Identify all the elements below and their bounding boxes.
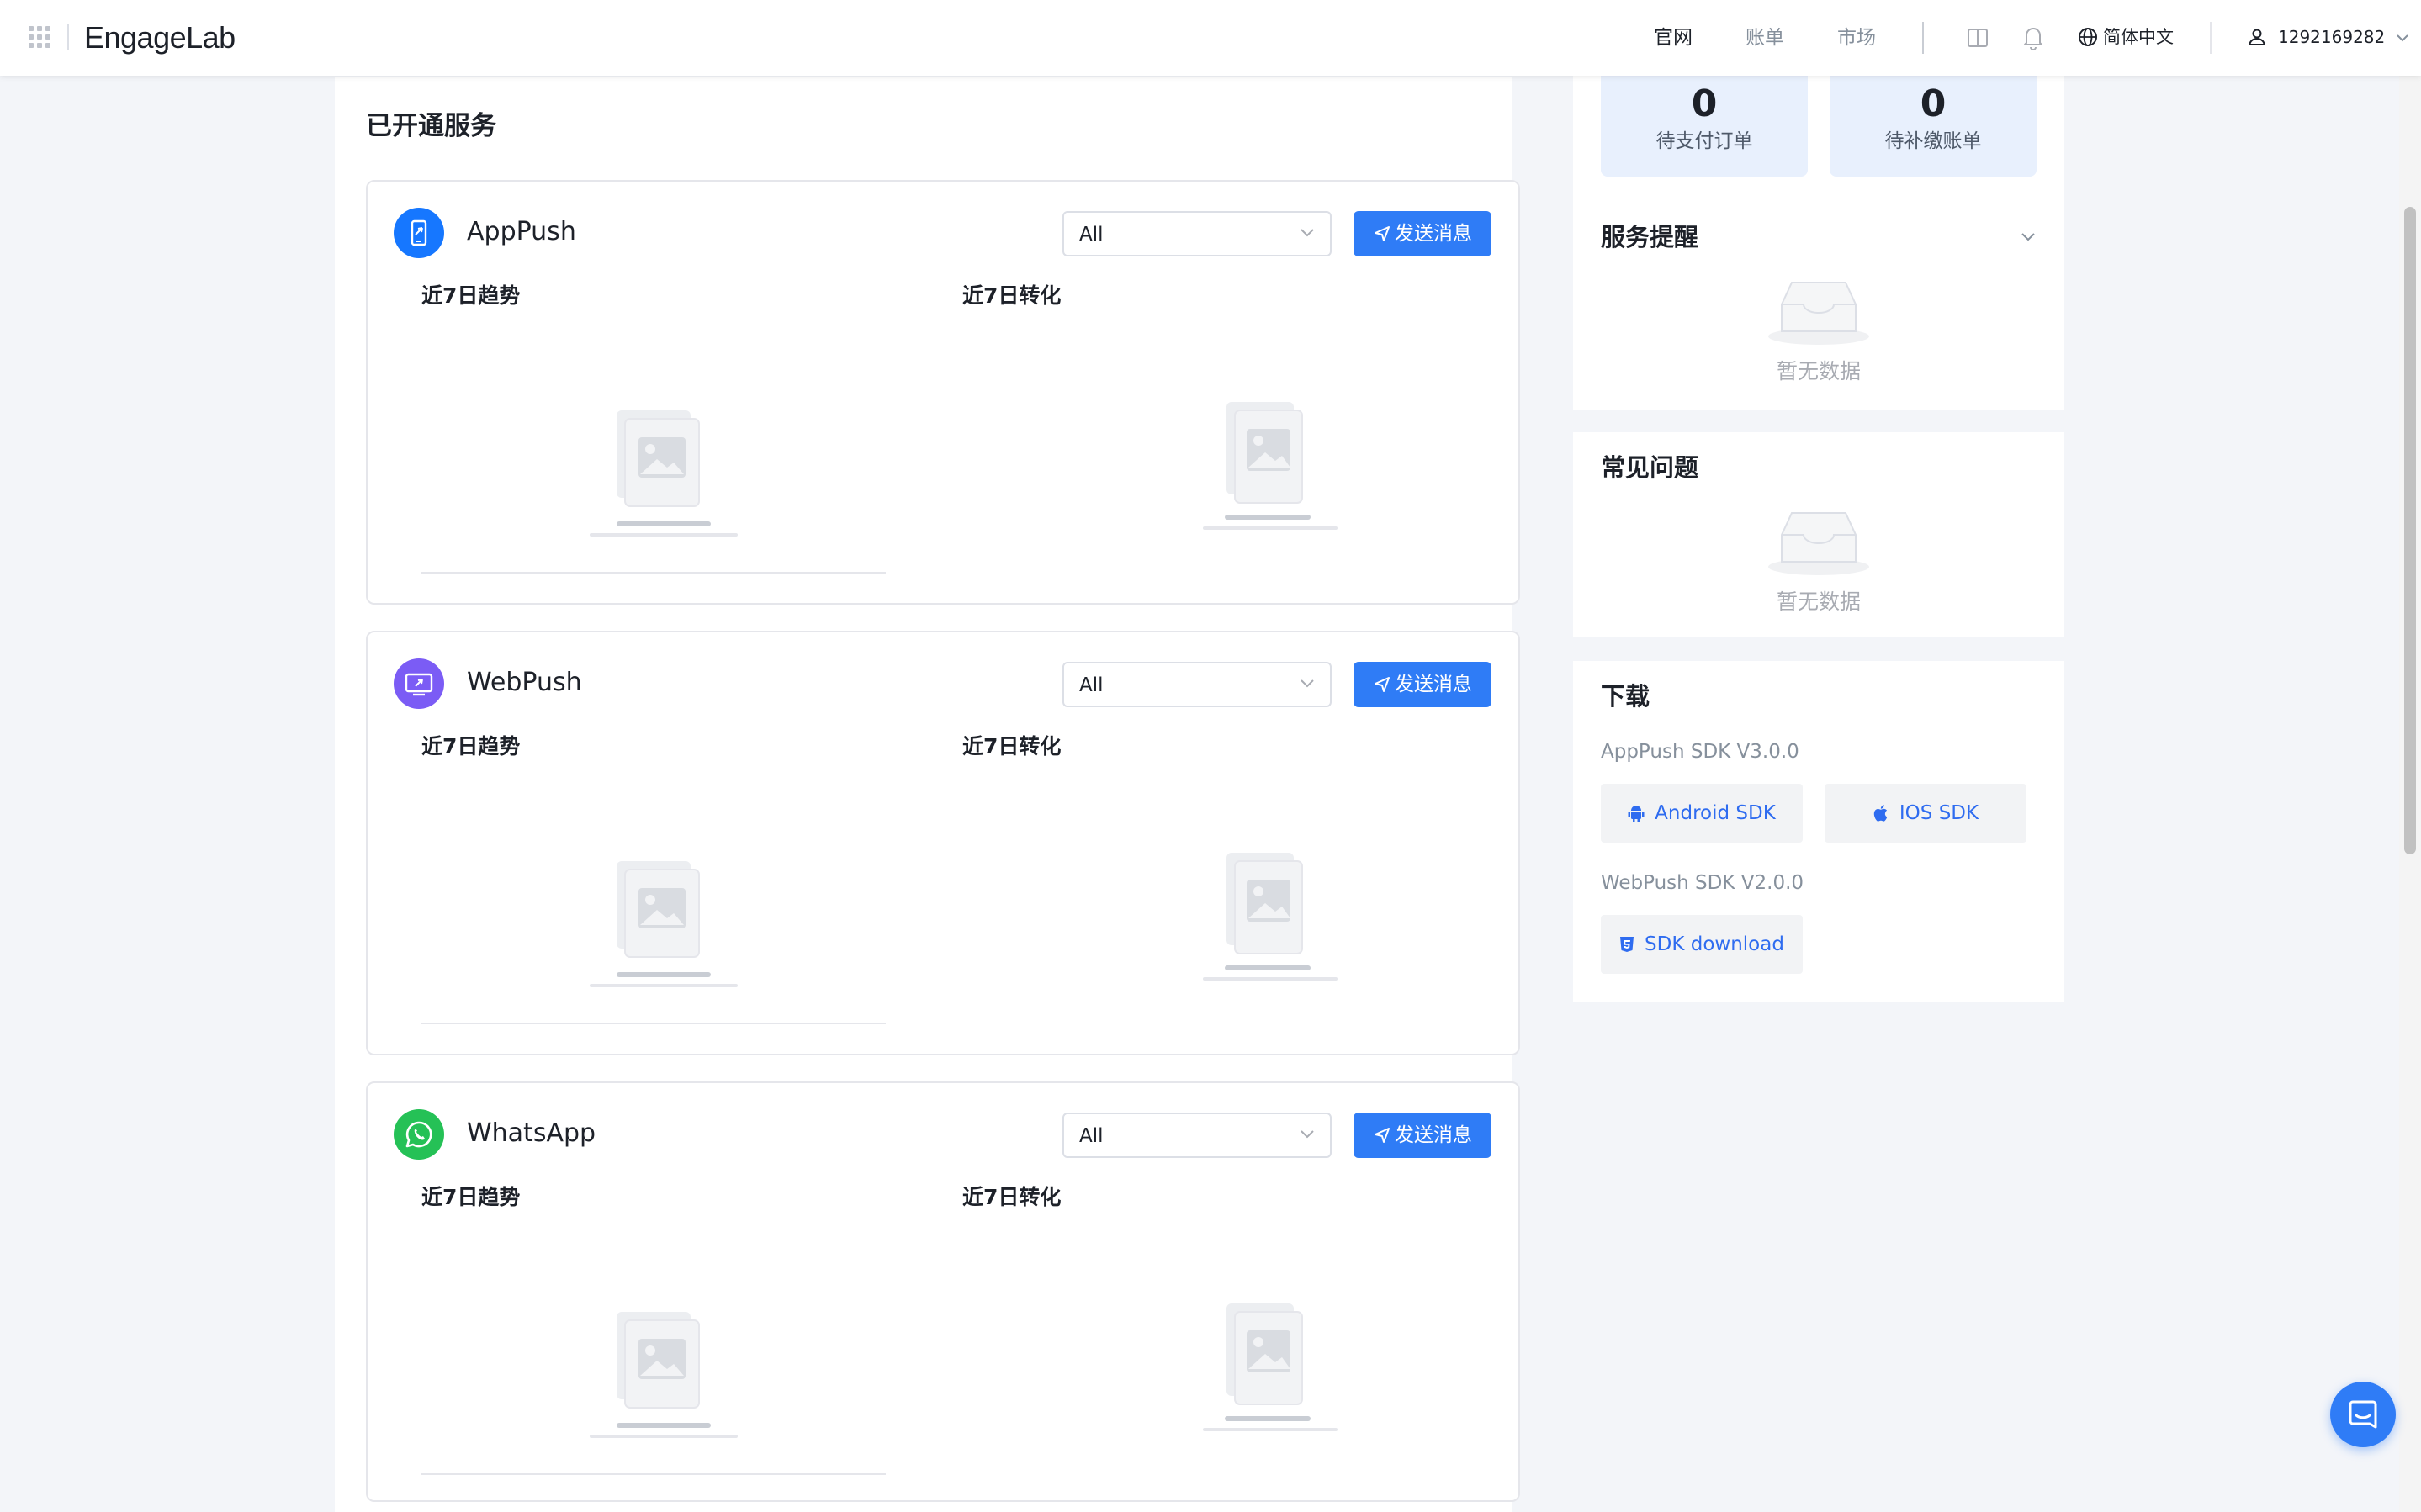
download-card: 下载 AppPush SDK V3.0.0 Android SDK IOS SD… — [1573, 661, 2064, 1002]
empty-chart-image-icon — [590, 410, 738, 537]
book-icon[interactable] — [1967, 27, 1989, 49]
webpush-sdk-version: WebPush SDK V2.0.0 — [1601, 872, 1804, 894]
service-filter-select[interactable]: All — [1062, 662, 1332, 707]
service-card-apppush: AppPush All 发送消息 近7日趋势 近7日转化 — [366, 180, 1520, 605]
faq-empty-state: 暂无数据 — [1573, 501, 2064, 617]
conversion-chart-label: 近7日转化 — [962, 283, 1062, 308]
ios-sdk-label: IOS SDK — [1899, 802, 1979, 824]
chevron-down-icon — [1301, 679, 1314, 688]
logo-divider — [67, 24, 69, 50]
pending-bills-stat[interactable]: 0 待补缴账单 — [1830, 76, 2037, 177]
download-title: 下载 — [1601, 682, 1650, 711]
send-message-button[interactable]: 发送消息 — [1354, 1113, 1491, 1158]
language-label: 简体中文 — [2103, 27, 2174, 47]
web-sdk-download-label: SDK download — [1645, 933, 1784, 955]
stat-label: 待支付订单 — [1655, 130, 1753, 152]
page-scrollbar[interactable] — [2399, 76, 2421, 1512]
ios-sdk-button[interactable]: IOS SDK — [1825, 784, 2026, 843]
nav-link-official[interactable]: 官网 — [1654, 25, 1693, 50]
user-menu[interactable]: 1292169282 — [2248, 24, 2409, 50]
empty-chart-image-icon — [1203, 1303, 1338, 1431]
engagelab-logo[interactable]: EngageLab — [84, 19, 236, 57]
chart-axis-line — [421, 1473, 886, 1475]
mobile-send-icon — [394, 208, 444, 258]
select-value: All — [1079, 224, 1104, 246]
nav-link-billing[interactable]: 账单 — [1746, 25, 1784, 50]
service-name: AppPush — [467, 217, 576, 246]
android-sdk-button[interactable]: Android SDK — [1601, 784, 1803, 843]
scrollbar-thumb[interactable] — [2404, 207, 2416, 854]
stat-value: 0 — [1920, 82, 1947, 125]
chart-axis-line — [421, 1023, 886, 1024]
reminder-empty-state: 暂无数据 — [1573, 271, 2064, 387]
conversion-chart-label: 近7日转化 — [962, 1185, 1062, 1209]
chevron-down-icon — [1301, 229, 1314, 237]
chevron-down-icon — [1301, 1130, 1314, 1139]
conversion-chart-label: 近7日转化 — [962, 734, 1062, 759]
nav-link-market[interactable]: 市场 — [1837, 25, 1876, 50]
chat-icon — [2349, 1400, 2377, 1429]
service-name: WhatsApp — [467, 1118, 596, 1148]
whatsapp-icon — [394, 1109, 444, 1160]
service-card-whatsapp: WhatsApp All 发送消息 近7日趋势 近7日转化 — [366, 1081, 1520, 1502]
top-navigation-bar: EngageLab 官网 账单 市场 简体中文 1292169282 — [0, 0, 2421, 76]
service-name: WebPush — [467, 668, 582, 697]
send-message-button[interactable]: 发送消息 — [1354, 662, 1491, 707]
send-message-label: 发送消息 — [1395, 1124, 1472, 1146]
pending-orders-stat[interactable]: 0 待支付订单 — [1601, 76, 1808, 177]
apple-icon — [1873, 805, 1888, 822]
send-icon — [1375, 1128, 1390, 1143]
empty-inbox-icon — [1768, 512, 1869, 575]
send-message-label: 发送消息 — [1395, 674, 1472, 695]
empty-text: 暂无数据 — [1776, 589, 1861, 614]
chart-axis-line — [421, 572, 886, 574]
empty-chart-image-icon — [590, 861, 738, 987]
user-id: 1292169282 — [2278, 27, 2386, 47]
send-message-label: 发送消息 — [1395, 223, 1472, 245]
empty-chart-image-icon — [1203, 402, 1338, 530]
service-reminder-title: 服务提醒 — [1601, 223, 1699, 251]
trend-chart-label: 近7日趋势 — [421, 734, 521, 759]
chevron-down-icon[interactable] — [2021, 232, 2036, 242]
select-value: All — [1079, 674, 1104, 696]
section-title: 已开通服务 — [366, 111, 496, 141]
empty-text: 暂无数据 — [1776, 359, 1861, 383]
stat-value: 0 — [1691, 82, 1718, 125]
bell-icon[interactable] — [2022, 25, 2044, 50]
android-icon — [1628, 806, 1645, 822]
nav-divider — [1922, 22, 1924, 54]
trend-chart-label: 近7日趋势 — [421, 1185, 521, 1209]
stat-label: 待补缴账单 — [1884, 130, 1982, 152]
empty-inbox-icon — [1768, 282, 1869, 345]
app-grid-icon[interactable] — [29, 26, 50, 48]
apppush-sdk-version: AppPush SDK V3.0.0 — [1601, 741, 1799, 763]
html5-icon — [1620, 937, 1634, 952]
send-icon — [1375, 226, 1390, 241]
faq-card: 常见问题 暂无数据 — [1573, 432, 2064, 637]
nav-divider-2 — [2210, 22, 2212, 54]
language-switcher[interactable]: 简体中文 — [2078, 24, 2174, 50]
empty-chart-image-icon — [1203, 853, 1338, 981]
trend-chart-label: 近7日趋势 — [421, 283, 521, 308]
select-value: All — [1079, 1125, 1104, 1147]
service-card-webpush: WebPush All 发送消息 近7日趋势 近7日转化 — [366, 631, 1520, 1055]
account-summary-card: 0 待支付订单 0 待补缴账单 服务提醒 暂无数据 — [1573, 76, 2064, 410]
service-filter-select[interactable]: All — [1062, 211, 1332, 256]
service-filter-select[interactable]: All — [1062, 1113, 1332, 1158]
customer-support-chat-button[interactable] — [2330, 1382, 2396, 1447]
web-sdk-download-button[interactable]: SDK download — [1601, 915, 1803, 974]
send-icon — [1375, 677, 1390, 692]
services-panel: 已开通服务 AppPush All 发送消息 近7日趋势 近7日转化 WebPu… — [335, 77, 1520, 1512]
android-sdk-label: Android SDK — [1655, 802, 1776, 824]
chevron-down-icon — [2396, 34, 2408, 42]
user-icon — [2249, 29, 2265, 45]
empty-chart-image-icon — [590, 1312, 738, 1438]
monitor-send-icon — [394, 658, 444, 709]
faq-title: 常见问题 — [1601, 453, 1699, 482]
send-message-button[interactable]: 发送消息 — [1354, 211, 1491, 256]
globe-icon — [2079, 28, 2097, 46]
